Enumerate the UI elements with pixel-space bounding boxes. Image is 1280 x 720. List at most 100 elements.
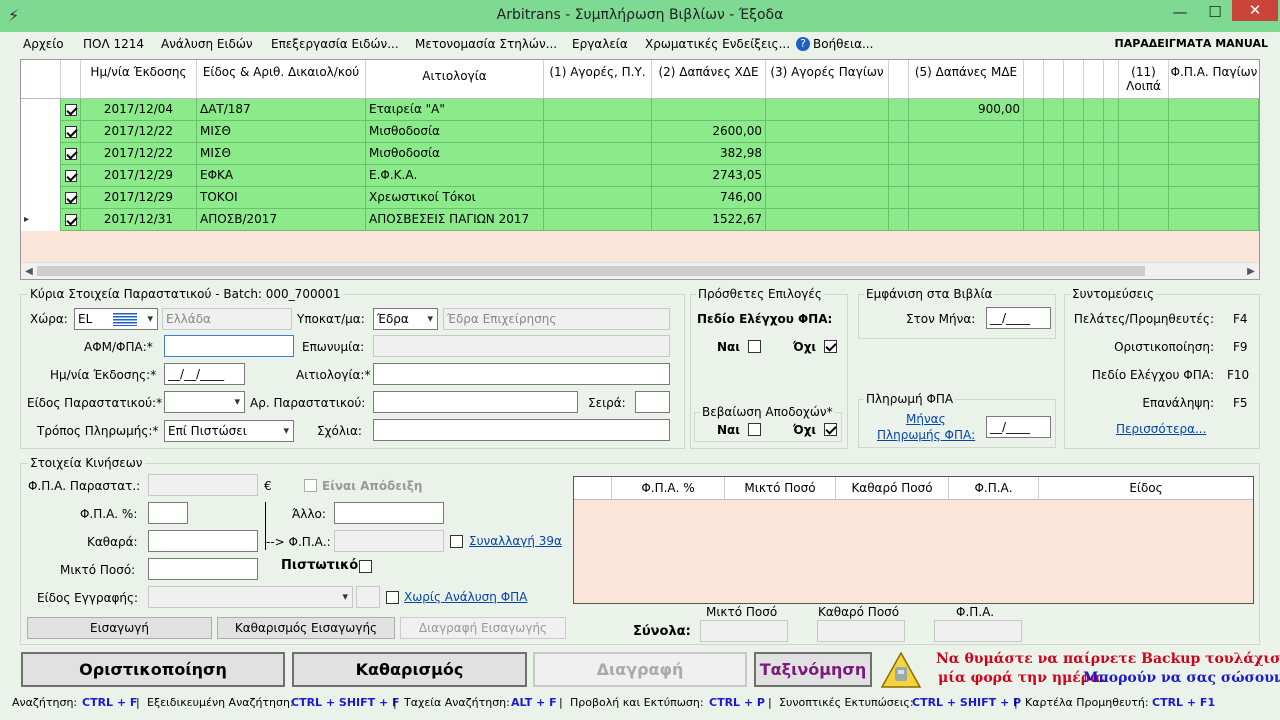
doc-type-select[interactable]: [164, 391, 245, 413]
finalize-document-button[interactable]: Οριστικοποίηση Παραστατικού: [21, 652, 285, 710]
cell-empty[interactable]: [889, 187, 909, 209]
cell-empty[interactable]: [889, 121, 909, 143]
close-button[interactable]: ✕: [1232, 0, 1278, 21]
grid-horizontal-scrollbar[interactable]: ◀ ▶: [21, 262, 1259, 279]
row-selector[interactable]: [21, 165, 61, 187]
cell-empty[interactable]: [766, 143, 889, 165]
cell-date[interactable]: 2017/12/22: [81, 143, 197, 165]
cell-empty[interactable]: [1104, 121, 1119, 143]
cell-c5[interactable]: [909, 143, 1024, 165]
gross-input[interactable]: [148, 558, 258, 580]
cell-empty[interactable]: [1084, 99, 1104, 121]
vat-table-header[interactable]: Φ.Π.Α.: [949, 477, 1039, 500]
cell-empty[interactable]: [889, 165, 909, 187]
clear-document-button[interactable]: Καθαρισμός Παραστατικού: [292, 652, 527, 710]
clear-insert-button[interactable]: Καθαρισμός Εισαγωγής: [217, 617, 395, 639]
cell-empty[interactable]: [1024, 187, 1044, 209]
shortcuts-more-link[interactable]: Περισσότερα...: [1116, 422, 1206, 436]
cell-empty[interactable]: [766, 209, 889, 231]
cell-empty[interactable]: [1104, 209, 1119, 231]
header-c2[interactable]: (2) Δαπάνες ΧΔΕ: [652, 60, 766, 98]
cell-empty[interactable]: [1024, 121, 1044, 143]
tx39-checkbox[interactable]: [450, 535, 463, 548]
sort-button[interactable]: Ταξινόμηση: [754, 652, 872, 687]
entry-type-select[interactable]: [148, 586, 353, 608]
cell-empty[interactable]: [1024, 209, 1044, 231]
menu-rename-columns[interactable]: Μετονομασία Στηλών...: [415, 37, 557, 51]
cell-c5[interactable]: [909, 187, 1024, 209]
row-checkbox[interactable]: [61, 143, 81, 165]
header-c1[interactable]: (1) Αγορές, Π.Υ.: [544, 60, 652, 98]
insert-button[interactable]: Εισαγωγή: [27, 617, 212, 639]
cell-empty[interactable]: [1169, 99, 1259, 121]
cell-c2[interactable]: 382,98: [652, 143, 766, 165]
table-row[interactable]: 2017/12/29 ΕΦΚΑ Ε.Φ.Κ.Α. 2743,05: [21, 165, 1259, 187]
cell-doc[interactable]: ΕΦΚΑ: [197, 165, 366, 187]
vat-table-header[interactable]: Μικτό Ποσό: [725, 477, 836, 500]
table-row[interactable]: 2017/12/22 ΜΙΣΘ Μισθοδοσία 2600,00: [21, 121, 1259, 143]
cell-empty[interactable]: [1044, 209, 1064, 231]
vat-table-header[interactable]: Είδος: [1039, 477, 1253, 500]
cell-empty[interactable]: [1084, 143, 1104, 165]
cell-empty[interactable]: [1169, 143, 1259, 165]
cell-date[interactable]: 2017/12/22: [81, 121, 197, 143]
entries-grid[interactable]: Ημ/νία Έκδοσης Είδος & Αριθ. Δικαιολ/κού…: [20, 59, 1260, 280]
cell-reason[interactable]: Εταιρεία "Α": [366, 99, 544, 121]
cell-empty[interactable]: [1104, 99, 1119, 121]
cell-empty[interactable]: [1064, 143, 1084, 165]
menu-help[interactable]: Βοήθεια...: [813, 37, 873, 51]
delete-document-button[interactable]: Διαγραφή Παραστατικού: [533, 652, 747, 710]
header-c10[interactable]: [1104, 60, 1119, 98]
cell-doc[interactable]: ΑΠΟΣΒ/2017: [197, 209, 366, 231]
vat-payment-link[interactable]: Πληρωμής ΦΠΑ:: [877, 428, 975, 442]
scroll-right-icon[interactable]: ▶: [1243, 263, 1259, 280]
is-receipt-checkbox[interactable]: [304, 479, 317, 492]
cell-empty[interactable]: [1104, 187, 1119, 209]
row-check-icon[interactable]: [64, 125, 77, 138]
no-vat-checkbox[interactable]: [386, 591, 399, 604]
header-date[interactable]: Ημ/νία Έκδοσης: [81, 60, 197, 98]
credit-checkbox[interactable]: [359, 560, 372, 573]
cell-date[interactable]: 2017/12/29: [81, 165, 197, 187]
cell-empty[interactable]: [1169, 209, 1259, 231]
cell-doc[interactable]: ΜΙΣΘ: [197, 143, 366, 165]
cell-reason[interactable]: Μισθοδοσία: [366, 143, 544, 165]
cell-empty[interactable]: [1084, 209, 1104, 231]
table-row[interactable]: 2017/12/22 ΜΙΣΘ Μισθοδοσία 382,98: [21, 143, 1259, 165]
cell-empty[interactable]: [766, 187, 889, 209]
cell-empty[interactable]: [766, 99, 889, 121]
vat-month-link[interactable]: Μήνας: [906, 412, 946, 426]
header-c7[interactable]: [1044, 60, 1064, 98]
cell-empty[interactable]: [1024, 143, 1044, 165]
cell-empty[interactable]: [889, 143, 909, 165]
cell-empty[interactable]: [1119, 121, 1169, 143]
cell-reason[interactable]: Ε.Φ.Κ.Α.: [366, 165, 544, 187]
cell-empty[interactable]: [1064, 165, 1084, 187]
cell-empty[interactable]: [1044, 187, 1064, 209]
cell-empty[interactable]: [1119, 209, 1169, 231]
cell-c1[interactable]: [544, 165, 652, 187]
cell-doc[interactable]: ΤΟΚΟΙ: [197, 187, 366, 209]
month-input[interactable]: __/____: [986, 307, 1051, 329]
net-input[interactable]: [148, 530, 258, 552]
row-selector[interactable]: ▸: [21, 209, 61, 231]
branch-select[interactable]: Έδρα: [373, 308, 438, 330]
cell-empty[interactable]: [889, 209, 909, 231]
cell-empty[interactable]: [1169, 165, 1259, 187]
cell-empty[interactable]: [1044, 121, 1064, 143]
cell-reason[interactable]: ΑΠΟΣΒΕΣΕΙΣ ΠΑΓΙΩΝ 2017: [366, 209, 544, 231]
cell-empty[interactable]: [1119, 165, 1169, 187]
delete-insert-button[interactable]: Διαγραφή Εισαγωγής: [400, 617, 566, 639]
vat-table[interactable]: Φ.Π.Α. % Μικτό Ποσό Καθαρό Ποσό Φ.Π.Α. Ε…: [573, 476, 1254, 604]
menu-item-edit[interactable]: Επεξεργασία Ειδών...: [271, 37, 399, 51]
header-reason[interactable]: Αιτιολογία: [366, 60, 544, 98]
minimize-button[interactable]: —: [1160, 0, 1200, 26]
cell-c5[interactable]: [909, 121, 1024, 143]
header-c4[interactable]: [889, 60, 909, 98]
menu-tools[interactable]: Εργαλεία: [572, 37, 628, 51]
cell-c1[interactable]: [544, 209, 652, 231]
cell-empty[interactable]: [1044, 99, 1064, 121]
vat-table-header[interactable]: Καθαρό Ποσό: [836, 477, 949, 500]
cell-empty[interactable]: [1064, 187, 1084, 209]
menu-color-hints[interactable]: Χρωματικές Ενδείξεις...: [645, 37, 790, 51]
